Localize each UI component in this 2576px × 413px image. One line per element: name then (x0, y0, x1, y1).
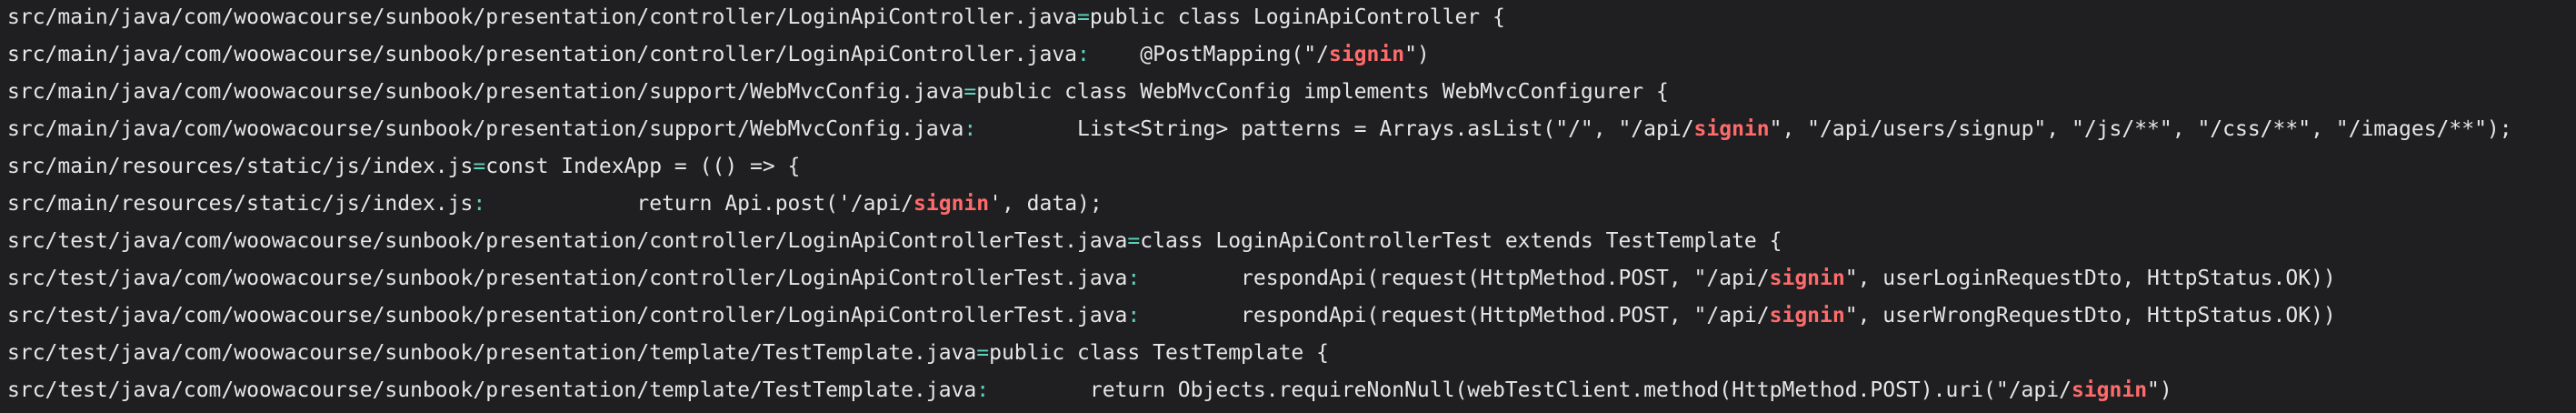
terminal-output: src/main/java/com/woowacourse/sunbook/pr… (0, 0, 2576, 413)
code-text-after: ", userLoginRequestDto, HttpStatus.OK)) (1844, 267, 2336, 290)
file-path: src/test/java/com/woowacourse/sunbook/pr… (7, 229, 1128, 253)
grep-result-line: src/test/java/com/woowacourse/sunbook/pr… (7, 374, 2172, 408)
code-text: class LoginApiControllerTest extends Tes… (1140, 229, 1782, 253)
file-path: src/test/java/com/woowacourse/sunbook/pr… (7, 267, 1128, 290)
grep-result-line: src/test/java/com/woowacourse/sunbook/pr… (7, 337, 1329, 370)
grep-result-line: src/main/resources/static/js/index.js: r… (7, 187, 1103, 221)
grep-result-line: src/main/java/com/woowacourse/sunbook/pr… (7, 38, 1430, 72)
file-path: src/main/java/com/woowacourse/sunbook/pr… (7, 80, 964, 104)
separator: : (1127, 267, 1141, 290)
match-highlight: signin (914, 192, 990, 216)
grep-result-line: src/test/java/com/woowacourse/sunbook/pr… (7, 262, 2336, 296)
grep-result-line: src/test/java/com/woowacourse/sunbook/pr… (7, 225, 1782, 258)
separator: : (964, 117, 977, 141)
file-path: src/test/java/com/woowacourse/sunbook/pr… (7, 378, 977, 402)
separator: : (1127, 304, 1141, 327)
code-text: List<String> patterns = Arrays.asList("/… (976, 117, 1694, 141)
file-path: src/main/resources/static/js/index.js (7, 192, 474, 216)
file-path: src/main/resources/static/js/index.js (7, 155, 474, 178)
match-highlight: signin (1328, 43, 1405, 66)
grep-result-line: src/main/java/com/woowacourse/sunbook/pr… (7, 76, 1669, 109)
grep-result-line: src/main/java/com/woowacourse/sunbook/pr… (7, 1, 1505, 35)
separator: : (976, 378, 990, 402)
code-text: respondApi(request(HttpMethod.POST, "/ap… (1140, 267, 1770, 290)
code-text: public class LoginApiController { (1089, 5, 1505, 29)
separator: = (1127, 229, 1141, 253)
match-highlight: signin (1693, 117, 1770, 141)
code-text: public class WebMvcConfig implements Web… (976, 80, 1669, 104)
match-highlight: signin (1769, 267, 1845, 290)
grep-result-line: src/main/java/com/woowacourse/sunbook/pr… (7, 113, 2512, 146)
file-path: src/main/java/com/woowacourse/sunbook/pr… (7, 5, 1078, 29)
separator: : (473, 192, 486, 216)
file-path: src/main/java/com/woowacourse/sunbook/pr… (7, 117, 964, 141)
code-text: @PostMapping("/ (1089, 43, 1329, 66)
code-text-after: ", "/api/users/signup", "/js/**", "/css/… (1769, 117, 2512, 141)
match-highlight: signin (2071, 378, 2148, 402)
code-text: respondApi(request(HttpMethod.POST, "/ap… (1140, 304, 1770, 327)
separator: : (1077, 43, 1090, 66)
separator: = (473, 155, 486, 178)
separator: = (976, 341, 990, 365)
code-text-after: ", userWrongRequestDto, HttpStatus.OK)) (1844, 304, 2336, 327)
code-text-after: ") (2147, 378, 2172, 402)
code-text-after: ") (1404, 43, 1430, 66)
grep-result-line: src/test/java/com/woowacourse/sunbook/pr… (7, 299, 2336, 333)
match-highlight: signin (1769, 304, 1845, 327)
file-path: src/test/java/com/woowacourse/sunbook/pr… (7, 341, 977, 365)
file-path: src/main/java/com/woowacourse/sunbook/pr… (7, 43, 1078, 66)
separator: = (964, 80, 977, 104)
separator: = (1077, 5, 1090, 29)
code-text: public class TestTemplate { (989, 341, 1329, 365)
file-path: src/test/java/com/woowacourse/sunbook/pr… (7, 304, 1128, 327)
code-text: return Api.post('/api/ (485, 192, 914, 216)
code-text: return Objects.requireNonNull(webTestCli… (989, 378, 2072, 402)
grep-result-line: src/main/resources/static/js/index.js=co… (7, 150, 800, 184)
code-text: const IndexApp = (() => { (485, 155, 801, 178)
code-text-after: ', data); (989, 192, 1103, 216)
